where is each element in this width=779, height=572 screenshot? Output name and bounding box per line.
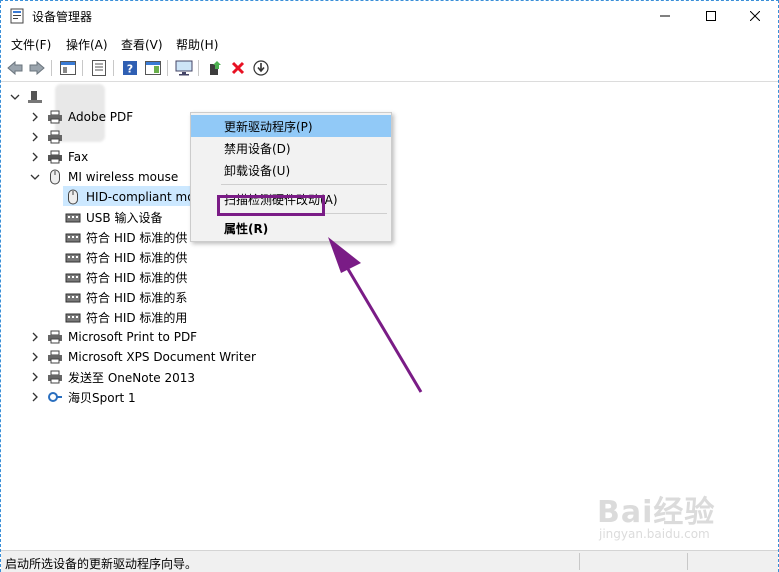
status-bar: 启动所选设备的更新驱动程序向导。 <box>1 550 778 572</box>
status-divider <box>579 553 580 570</box>
watermark-brand: Bai经验 <box>597 495 716 530</box>
annotation-arrow-head <box>328 237 361 273</box>
device-manager-window: 设备管理器 文件(F) 操作(A) 查看(V) 帮助(H) ? Adobe PD… <box>0 0 779 572</box>
status-divider <box>687 553 688 570</box>
annotation-arrow-line <box>346 268 423 393</box>
annotation-arrow <box>328 237 423 393</box>
baidu-watermark: Bai经验 jingyan.baidu.com <box>597 487 747 547</box>
status-text: 启动所选设备的更新驱动程序向导。 <box>5 557 198 571</box>
watermark-url: jingyan.baidu.com <box>599 527 710 541</box>
